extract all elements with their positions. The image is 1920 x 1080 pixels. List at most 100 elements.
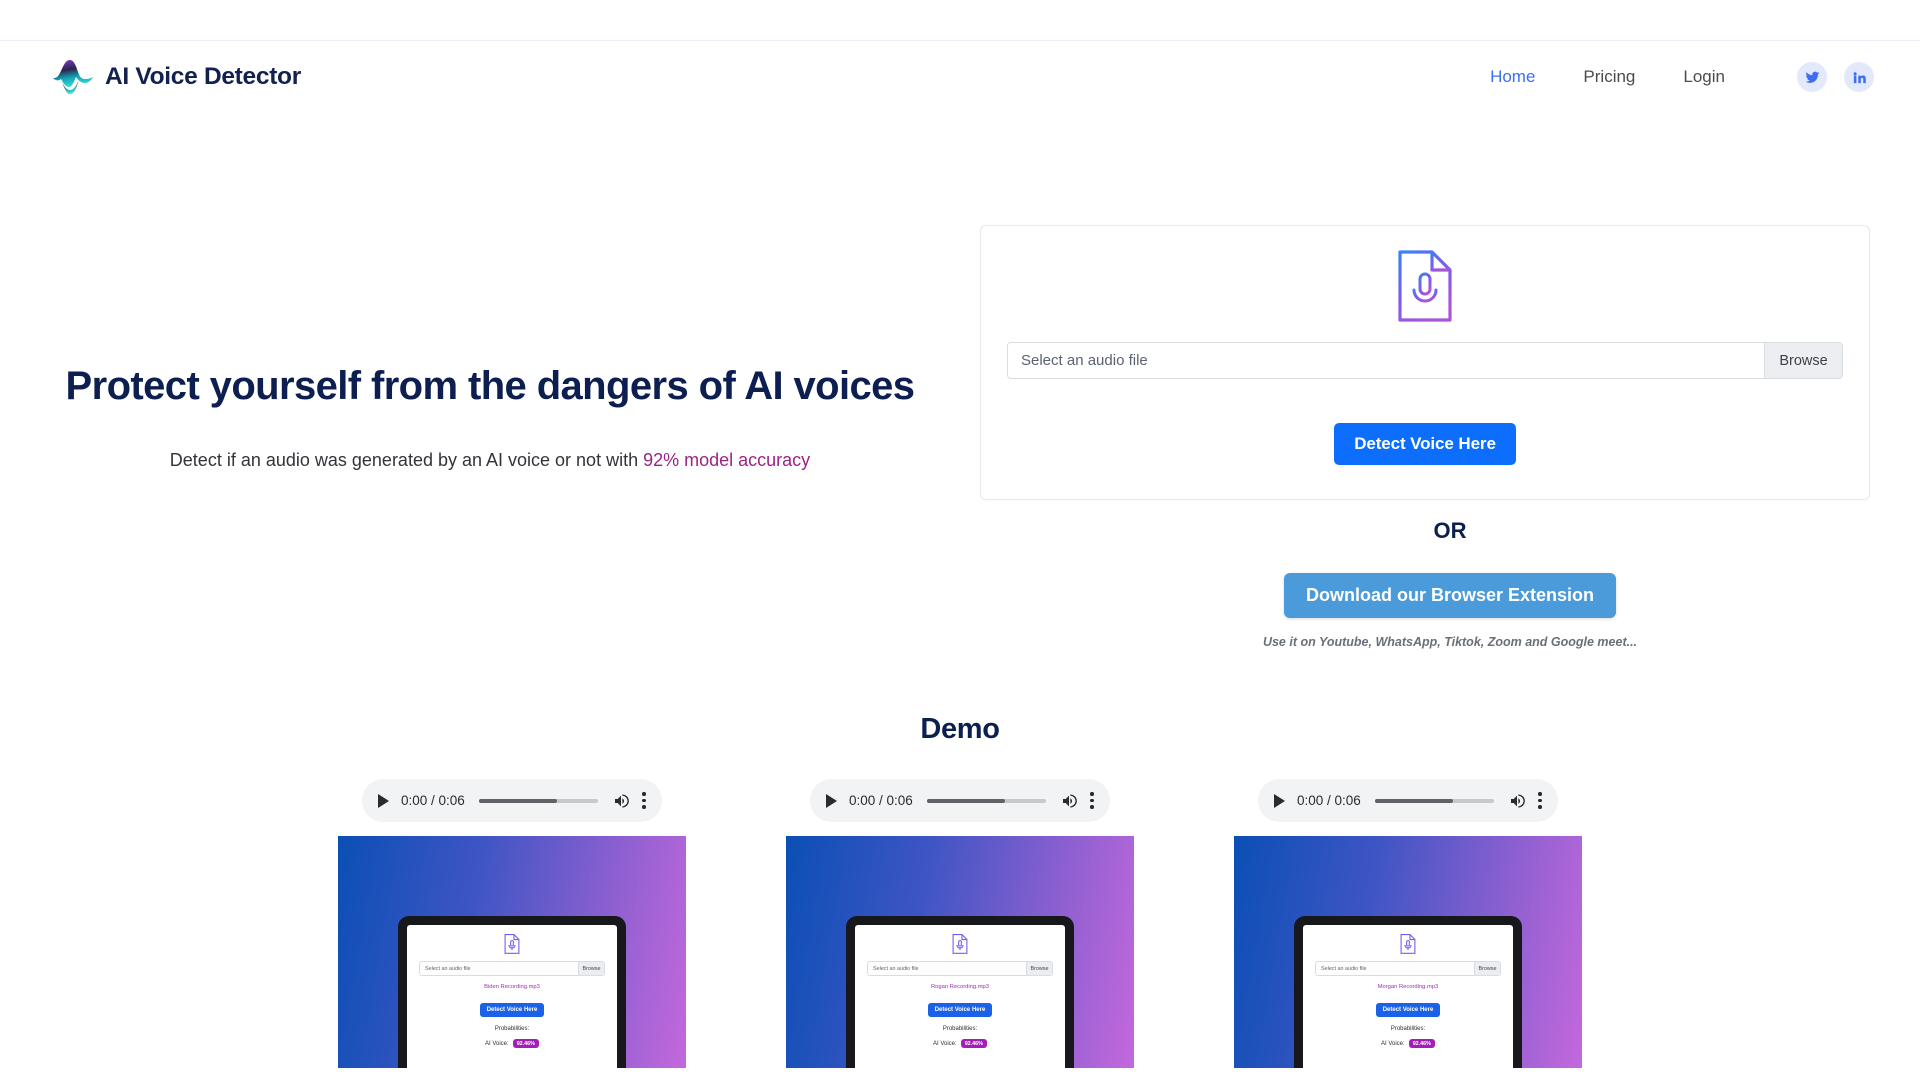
mini-detect-wrap: Detect Voice Here [419,1003,605,1017]
mini-browse-button: Browse [578,962,604,975]
mini-detect-button: Detect Voice Here [1375,1003,1441,1017]
brand-logo-link[interactable]: AI Voice Detector [52,57,301,97]
audio-file-microphone-icon [952,934,968,954]
audio-file-microphone-icon [1396,250,1454,322]
mini-filename: Morgan Recording.mp3 [1377,984,1439,990]
mini-upload-icon-wrap [867,934,1053,954]
tablet-frame: Select an audio file Browse Morgan Recor… [1294,916,1522,1068]
mini-result-row: AI Voice: 92.46% [867,1039,1053,1048]
linkedin-icon[interactable] [1844,62,1874,92]
mini-upload-icon-wrap [419,934,605,954]
audio-progress-slider[interactable] [926,798,1046,803]
demo-screenshot: Select an audio file Browse Morgan Recor… [1234,836,1582,1068]
mini-probabilities-label: Probabilities: [1390,1026,1426,1032]
volume-icon[interactable] [1508,793,1526,809]
detect-voice-button[interactable]: Detect Voice Here [1334,423,1516,465]
play-icon[interactable] [826,793,837,808]
hero-section: Protect yourself from the dangers of AI … [0,113,1920,649]
tablet-screen: Select an audio file Browse Biden Record… [407,925,617,1068]
mini-browse-button: Browse [1474,962,1500,975]
hero-actions: Select an audio file Browse Detect Voice… [980,225,1920,649]
mini-result-label: AI Voice: [1381,1040,1405,1047]
mini-file-input-group: Select an audio file Browse [867,961,1053,976]
mini-file-placeholder: Select an audio file [1321,965,1367,972]
audio-progress-slider[interactable] [478,798,598,803]
volume-icon[interactable] [1060,793,1078,809]
mini-upload-icon-wrap [1315,934,1501,954]
mini-file-input-group: Select an audio file Browse [1315,961,1501,976]
demo-screenshot: Select an audio file Browse Rogan Record… [786,836,1134,1068]
demo-grid: 0:00 / 0:06 Select an audio file Browse … [0,779,1920,1068]
audio-player[interactable]: 0:00 / 0:06 [1258,779,1558,822]
mini-result-badge: 92.46% [512,1039,539,1048]
browse-button[interactable]: Browse [1764,343,1842,378]
nav-item-pricing[interactable]: Pricing [1559,67,1659,87]
model-accuracy-link[interactable]: 92% model accuracy [643,450,810,470]
mini-detect-wrap: Detect Voice Here [867,1003,1053,1017]
play-icon[interactable] [1274,793,1285,808]
mini-browse-button: Browse [1026,962,1052,975]
mini-detect-button: Detect Voice Here [479,1003,545,1017]
mini-file-input-group: Select an audio file Browse [419,961,605,976]
top-bar [0,0,1920,41]
audio-time-label: 0:00 / 0:06 [849,793,913,808]
nav-item-home[interactable]: Home [1466,67,1559,87]
audio-time-label: 0:00 / 0:06 [1297,793,1361,808]
mini-file-placeholder: Select an audio file [425,965,471,972]
demo-section: Demo 0:00 / 0:06 Select an audio file Br… [0,713,1920,1068]
mini-result-label: AI Voice: [485,1040,509,1047]
hero-subtitle: Detect if an audio was generated by an A… [0,450,980,471]
mini-detect-wrap: Detect Voice Here [1315,1003,1501,1017]
tablet-screen: Select an audio file Browse Rogan Record… [855,925,1065,1068]
more-vertical-icon[interactable] [1090,792,1094,809]
detect-button-wrap: Detect Voice Here [1007,423,1843,465]
mini-result-badge: 92.46% [960,1039,987,1048]
social-links [1797,62,1874,92]
tablet-frame: Select an audio file Browse Biden Record… [398,916,626,1068]
tablet-screen: Select an audio file Browse Morgan Recor… [1303,925,1513,1068]
extension-note: Use it on Youtube, WhatsApp, Tiktok, Zoo… [1262,635,1638,649]
demo-title: Demo [920,713,1000,745]
demo-card: 0:00 / 0:06 Select an audio file Browse … [1234,779,1582,1068]
mini-detect-button: Detect Voice Here [927,1003,993,1017]
tablet-frame: Select an audio file Browse Rogan Record… [846,916,1074,1068]
hero-copy: Protect yourself from the dangers of AI … [0,225,980,471]
mini-probabilities-label: Probabilities: [942,1026,978,1032]
file-input-group[interactable]: Select an audio file Browse [1007,342,1843,379]
nav-item-login[interactable]: Login [1659,67,1749,87]
main-navigation: Home Pricing Login [1466,62,1874,92]
mini-result-row: AI Voice: 92.46% [1315,1039,1501,1048]
more-vertical-icon[interactable] [642,792,646,809]
mini-result-badge: 92.46% [1408,1039,1435,1048]
or-separator-label: OR [1433,518,1467,543]
upload-card: Select an audio file Browse Detect Voice… [980,225,1870,500]
mini-result-row: AI Voice: 92.46% [419,1039,605,1048]
page-title: Protect yourself from the dangers of AI … [65,364,916,408]
demo-card: 0:00 / 0:06 Select an audio file Browse … [338,779,686,1068]
demo-card: 0:00 / 0:06 Select an audio file Browse … [786,779,1134,1068]
mini-filename: Rogan Recording.mp3 [930,984,989,990]
hero-subtitle-text: Detect if an audio was generated by an A… [169,450,644,471]
site-header: AI Voice Detector Home Pricing Login [0,41,1920,113]
page-main: Protect yourself from the dangers of AI … [0,113,1920,1068]
audio-file-microphone-icon [504,934,520,954]
play-icon[interactable] [378,793,389,808]
audio-progress-slider[interactable] [1374,798,1494,803]
brand-name: AI Voice Detector [105,63,301,90]
file-name-display[interactable]: Select an audio file [1008,343,1764,378]
mini-probabilities-label: Probabilities: [494,1026,530,1032]
audio-time-label: 0:00 / 0:06 [401,793,465,808]
mini-file-placeholder: Select an audio file [873,965,919,972]
audio-file-microphone-icon [1400,934,1416,954]
volume-icon[interactable] [612,793,630,809]
extension-button-wrap: Download our Browser Extension [980,573,1920,618]
audio-player[interactable]: 0:00 / 0:06 [362,779,662,822]
soundwave-logo-icon [52,57,94,97]
twitter-icon[interactable] [1797,62,1827,92]
demo-screenshot: Select an audio file Browse Biden Record… [338,836,686,1068]
upload-icon-wrap [1007,250,1843,322]
audio-player[interactable]: 0:00 / 0:06 [810,779,1110,822]
mini-filename: Biden Recording.mp3 [484,984,540,990]
more-vertical-icon[interactable] [1538,792,1542,809]
download-extension-button[interactable]: Download our Browser Extension [1283,573,1617,618]
